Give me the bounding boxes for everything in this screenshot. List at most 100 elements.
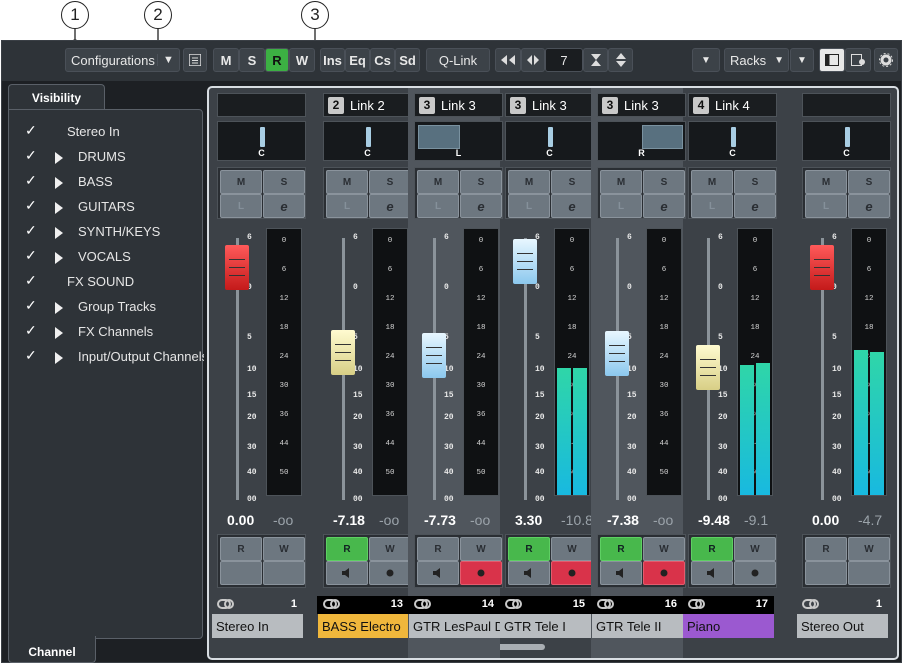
pan-control[interactable]: C [505, 121, 594, 161]
channel-strip[interactable]: C M S Le 6 0 5 10 15 20 30 40 00 0 6 12 18 24 30 36 44 50 0.00… [211, 88, 306, 658]
check-icon[interactable]: ✓ [25, 272, 37, 289]
mute-button[interactable]: M [508, 170, 550, 194]
volume-fader[interactable] [225, 245, 249, 291]
record-enable-button[interactable] [734, 561, 776, 585]
listen-button[interactable]: L [508, 194, 550, 218]
global-mute-button[interactable]: M [213, 48, 239, 72]
solo-button[interactable]: S [848, 170, 890, 194]
expand-arrow-icon[interactable] [55, 327, 63, 339]
expand-arrow-icon[interactable] [55, 352, 63, 364]
monitor-button[interactable] [691, 561, 733, 585]
fader-value[interactable]: -9.48 [698, 512, 730, 528]
fader-value[interactable]: -7.18 [333, 512, 365, 528]
channel-strip[interactable]: 3 Link 3 R M S Le 6 0 5 10 15 20 30 40 00 0 6 12 18 24 30 36 4… [591, 88, 686, 658]
channel-name[interactable]: Piano [683, 614, 774, 638]
volume-fader[interactable] [605, 331, 629, 377]
volume-fader[interactable] [810, 245, 834, 291]
listen-button[interactable]: L [326, 194, 368, 218]
configurations-button[interactable]: Configurations ▼ [65, 48, 180, 72]
qlink-button[interactable]: Q-Link [426, 48, 490, 72]
fader-value[interactable]: -7.73 [424, 512, 456, 528]
mute-button[interactable]: M [805, 170, 847, 194]
edit-channel-button[interactable]: e [460, 194, 502, 218]
link-group-header[interactable]: 3 Link 3 [414, 93, 503, 117]
channel-strip[interactable]: 2 Link 2 C M S Le 6 0 5 10 15 20 30 40 00 0 6 12 18 24 30 36 4… [317, 88, 412, 658]
write-automation-button[interactable]: W [848, 537, 890, 561]
monitor-button[interactable] [417, 561, 459, 585]
link-group-header[interactable]: 3 Link 3 [597, 93, 686, 117]
pan-control[interactable]: L [414, 121, 503, 161]
racks-dropdown[interactable]: Racks ▼ [724, 48, 789, 72]
solo-button[interactable]: S [369, 170, 411, 194]
racks-menu-button[interactable]: ▼ [790, 48, 814, 72]
mute-button[interactable]: M [691, 170, 733, 194]
write-automation-button[interactable]: W [643, 537, 685, 561]
options-dropdown-button[interactable]: ▼ [692, 48, 720, 72]
visibility-item[interactable]: ✓ Group Tracks [9, 297, 204, 317]
mute-button[interactable]: M [326, 170, 368, 194]
check-icon[interactable]: ✓ [25, 297, 37, 314]
global-read-button[interactable]: R [265, 48, 289, 72]
solo-button[interactable]: S [460, 170, 502, 194]
listen-button[interactable]: L [220, 194, 262, 218]
fader-value[interactable]: 0.00 [812, 512, 839, 528]
check-icon[interactable]: ✓ [25, 247, 37, 264]
visibility-item[interactable]: ✓ SYNTH/KEYS [9, 222, 204, 242]
volume-fader[interactable] [331, 330, 355, 376]
check-icon[interactable]: ✓ [25, 122, 37, 139]
solo-button[interactable]: S [734, 170, 776, 194]
write-automation-button[interactable]: W [734, 537, 776, 561]
fit-height-icon[interactable] [583, 48, 608, 72]
write-automation-button[interactable]: W [551, 537, 593, 561]
expand-arrow-icon[interactable] [55, 152, 63, 164]
link-group-header[interactable]: 2 Link 2 [323, 93, 412, 117]
edit-channel-button[interactable]: e [369, 194, 411, 218]
pan-control[interactable]: R [597, 121, 686, 161]
eq-rack-toggle[interactable]: Eq [345, 48, 370, 72]
channel-strip[interactable]: 4 Link 4 C M S Le 6 0 5 10 15 20 30 40 00 0 6 12 18 24 30 36 4… [682, 88, 777, 658]
pan-control[interactable]: C [217, 121, 306, 161]
scroll-to-selected-icon[interactable] [521, 48, 545, 72]
record-enable-button[interactable] [848, 561, 890, 585]
expand-arrow-icon[interactable] [55, 227, 63, 239]
visibility-item[interactable]: ✓ VOCALS [9, 247, 204, 267]
visibility-item[interactable]: ✓ FX SOUND [9, 272, 204, 292]
visibility-item[interactable]: ✓ DRUMS [9, 147, 204, 167]
monitor-button[interactable] [326, 561, 368, 585]
list-icon[interactable] [183, 48, 207, 72]
link-group-header[interactable] [217, 93, 306, 117]
mute-button[interactable]: M [220, 170, 262, 194]
global-write-button[interactable]: W [289, 48, 315, 72]
volume-fader[interactable] [422, 333, 446, 379]
visibility-item[interactable]: ✓ Stereo In [9, 122, 204, 142]
left-zone-toggle-icon[interactable] [819, 48, 845, 72]
check-icon[interactable]: ✓ [25, 322, 37, 339]
write-automation-button[interactable]: W [263, 537, 305, 561]
volume-fader[interactable] [513, 238, 537, 284]
channel-name[interactable]: GTR Tele I [500, 614, 591, 638]
height-stepper-icon[interactable] [608, 48, 633, 72]
link-group-header[interactable]: 3 Link 3 [505, 93, 594, 117]
monitor-button[interactable] [508, 561, 550, 585]
edit-channel-button[interactable]: e [734, 194, 776, 218]
channel-strip[interactable]: 3 Link 3 C M S Le 6 0 5 10 15 20 30 40 00 0 6 12 18 24 30 36 4… [499, 88, 594, 658]
read-automation-button[interactable]: R [805, 537, 847, 561]
edit-channel-button[interactable]: e [263, 194, 305, 218]
record-enable-button[interactable] [551, 561, 593, 585]
expand-arrow-icon[interactable] [55, 252, 63, 264]
channel-settings-icon[interactable] [845, 48, 871, 72]
link-group-header[interactable] [802, 93, 891, 117]
pan-control[interactable]: C [802, 121, 891, 161]
fader-value[interactable]: 0.00 [227, 512, 254, 528]
read-automation-button[interactable]: R [600, 537, 642, 561]
listen-button[interactable]: L [600, 194, 642, 218]
channel-name[interactable]: Stereo In [212, 614, 303, 638]
record-enable-button[interactable] [643, 561, 685, 585]
visibility-item[interactable]: ✓ GUITARS [9, 197, 204, 217]
solo-button[interactable]: S [643, 170, 685, 194]
global-solo-button[interactable]: S [239, 48, 265, 72]
pan-control[interactable]: C [323, 121, 412, 161]
write-automation-button[interactable]: W [369, 537, 411, 561]
channel-strip-rack-toggle[interactable]: Cs [370, 48, 395, 72]
listen-button[interactable]: L [805, 194, 847, 218]
